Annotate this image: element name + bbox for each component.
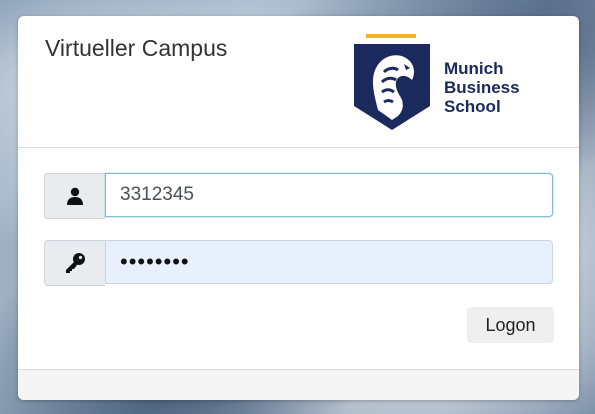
key-icon	[66, 253, 85, 273]
card-header: Virtueller Campus Munich Business School	[18, 16, 579, 148]
logo-line-2: Business	[444, 78, 520, 97]
logo-line-1: Munich	[444, 59, 504, 78]
card-footer	[18, 369, 579, 400]
username-group	[44, 173, 553, 219]
school-logo: Munich Business School	[354, 32, 544, 132]
password-addon	[44, 240, 105, 286]
user-icon	[67, 187, 83, 205]
username-addon	[44, 173, 105, 219]
username-field[interactable]	[105, 173, 553, 217]
page-title: Virtueller Campus	[45, 35, 228, 61]
password-group	[44, 240, 553, 286]
password-field[interactable]	[105, 240, 553, 284]
lion-shield-icon	[354, 34, 430, 130]
login-card: Virtueller Campus Munich Business School	[18, 16, 579, 400]
logo-wordmark: Munich Business School	[444, 59, 520, 116]
logo-line-3: School	[444, 97, 501, 116]
logon-button[interactable]: Logon	[467, 307, 554, 343]
